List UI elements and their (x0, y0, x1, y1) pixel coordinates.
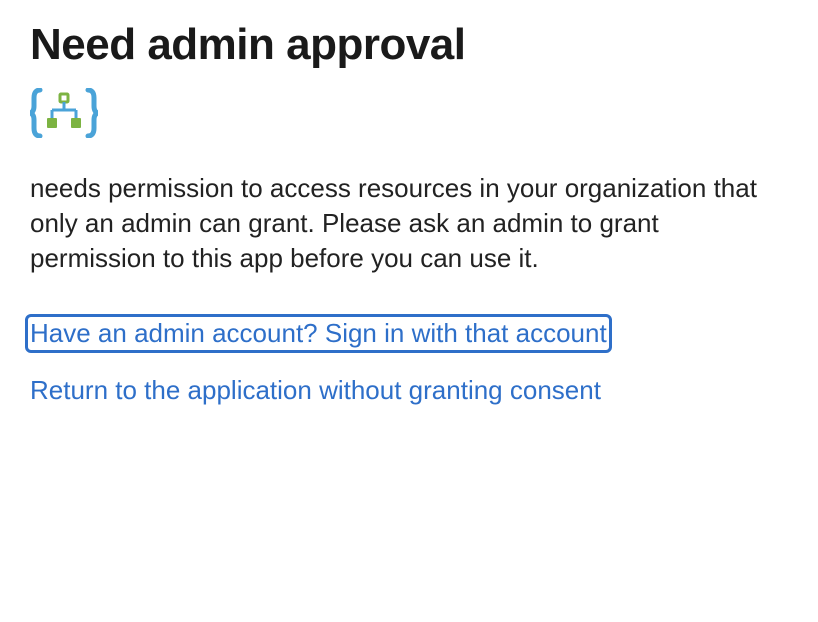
app-icon (30, 88, 98, 143)
permission-description: needs permission to access resources in … (30, 171, 770, 276)
page-title: Need admin approval (30, 20, 788, 70)
return-without-consent-link[interactable]: Return to the application without granti… (30, 375, 601, 406)
admin-signin-link[interactable]: Have an admin account? Sign in with that… (27, 316, 610, 351)
